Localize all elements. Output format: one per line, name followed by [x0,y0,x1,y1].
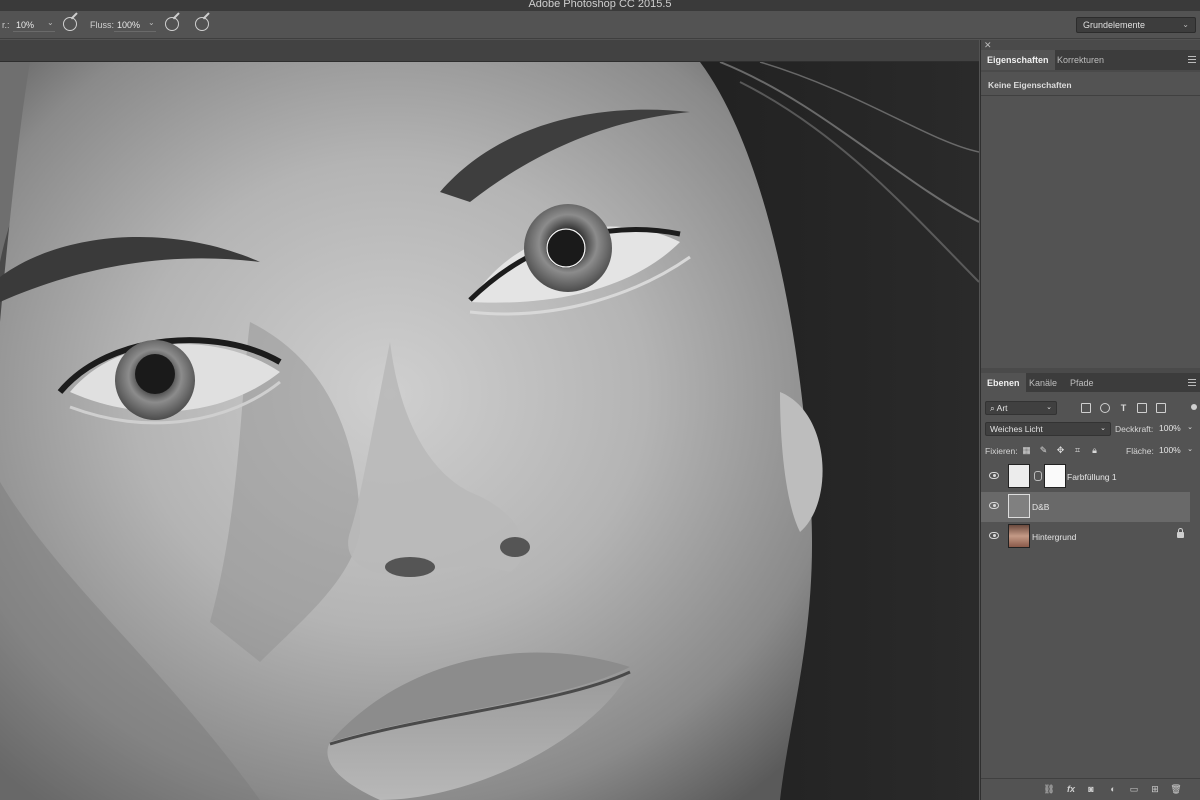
chevron-down-icon: ⌄ [1187,424,1193,431]
window-title: Adobe Photoshop CC 2015.5 [528,0,672,10]
divider [981,95,1200,96]
layer-thumbnail [1008,494,1030,518]
trash-icon[interactable]: 🗑︎ [1170,783,1182,795]
lock-all-icon[interactable]: 🔒︎ [1089,445,1100,456]
link-layers-icon[interactable]: ⛓ [1043,783,1055,795]
panel-menu-icon[interactable] [1188,379,1196,386]
layer-row-db[interactable]: D&B [981,492,1190,522]
chevron-down-icon[interactable]: ⌄ [47,18,54,27]
document-tab-strip [0,40,979,62]
filter-kind-label: Art [996,403,1008,413]
layer-mask-thumbnail[interactable] [1044,464,1066,488]
filter-smartobject-icon[interactable] [1156,403,1166,413]
properties-panel: Keine Eigenschaften [981,72,1200,368]
properties-tab-strip: Eigenschaften Korrekturen [981,50,1200,70]
blend-mode-label: Weiches Licht [990,424,1043,434]
filter-shape-icon[interactable] [1137,403,1147,413]
link-icon[interactable] [1034,471,1042,481]
layer-name: D&B [1032,502,1050,512]
layer-filter-select[interactable]: ⌕ Art ⌄ [985,401,1057,415]
flow-label: Fluss: [90,20,115,30]
filter-type-icon[interactable]: T [1118,403,1129,414]
lock-image-icon[interactable]: ✎ [1038,445,1049,456]
title-bar: Adobe Photoshop CC 2015.5 [0,0,1200,11]
tab-eigenschaften[interactable]: Eigenschaften [981,50,1055,70]
fill-label: Fläche: [1126,446,1154,456]
opacity-label: r.: [2,20,10,30]
airbrush-icon[interactable] [165,17,179,31]
lock-artboard-icon[interactable]: ⌗ [1072,445,1083,456]
layer-row-hintergrund[interactable]: Hintergrund [981,522,1190,552]
layers-panel: ⌕ Art ⌄ T Weiches Licht ⌄ Deckkraft: 100… [981,392,1200,800]
layer-name: Farbfüllung 1 [1067,472,1117,482]
panel-scroll-handle[interactable] [1191,404,1197,410]
tab-korrekturen[interactable]: Korrekturen [1051,50,1110,70]
chevron-down-icon: ⌄ [1046,404,1052,411]
opacity-value: 100% [1159,423,1181,433]
eye-icon[interactable] [989,472,999,479]
new-group-icon[interactable]: ▭ [1128,783,1140,795]
layer-thumbnail [1008,524,1030,548]
tab-ebenen[interactable]: Ebenen [981,373,1026,393]
layer-row-farbfuellung[interactable]: Farbfüllung 1 [981,462,1190,492]
no-properties-text: Keine Eigenschaften [988,80,1072,90]
new-layer-icon[interactable]: ⊞ [1149,783,1161,795]
layers-tab-strip: Ebenen Kanäle Pfade [981,373,1200,393]
image-canvas[interactable] [0,62,979,800]
lock-icon[interactable] [1177,528,1184,538]
lock-label: Fixieren: [985,446,1018,456]
options-bar: r.: 10% ⌄ Fluss: 100% ⌄ Grundelemente ⌄ [0,11,1200,39]
chevron-down-icon[interactable]: ⌄ [148,18,155,27]
tab-pfade[interactable]: Pfade [1064,373,1100,393]
chevron-down-icon: ⌄ [1182,20,1189,29]
lock-position-icon[interactable]: ✥ [1055,445,1066,456]
workspace-select[interactable]: Grundelemente ⌄ [1076,17,1196,33]
fill-input[interactable]: 100% ⌄ [1155,444,1197,458]
fill-value: 100% [1159,445,1181,455]
opacity-label: Deckkraft: [1115,424,1154,434]
eye-icon[interactable] [989,532,999,539]
filter-pixel-icon[interactable] [1081,403,1091,413]
lock-transparent-icon[interactable]: ▦ [1021,445,1032,456]
adjustment-layer-icon[interactable]: ◐ [1107,783,1119,795]
eye-icon[interactable] [989,502,999,509]
tab-kanaele[interactable]: Kanäle [1023,373,1063,393]
chevron-down-icon: ⌄ [1100,425,1106,432]
blend-mode-select[interactable]: Weiches Licht ⌄ [985,422,1111,436]
workspace-label: Grundelemente [1083,20,1146,30]
filter-adjustment-icon[interactable] [1100,403,1110,413]
layer-thumbnail [1008,464,1030,488]
pressure-size-icon[interactable] [195,17,209,31]
portrait-image [0,62,979,800]
layers-bottom-bar: ⛓ fx ◙ ◐ ▭ ⊞ 🗑︎ [981,778,1200,800]
panel-menu-icon[interactable] [1188,56,1196,63]
search-icon: ⌕ [990,403,995,413]
pressure-opacity-icon[interactable] [63,17,77,31]
add-mask-icon[interactable]: ◙ [1085,783,1097,795]
layer-name: Hintergrund [1032,532,1077,542]
chevron-down-icon: ⌄ [1187,446,1193,453]
opacity-input[interactable]: 100% ⌄ [1155,422,1197,436]
fx-icon[interactable]: fx [1065,783,1077,795]
